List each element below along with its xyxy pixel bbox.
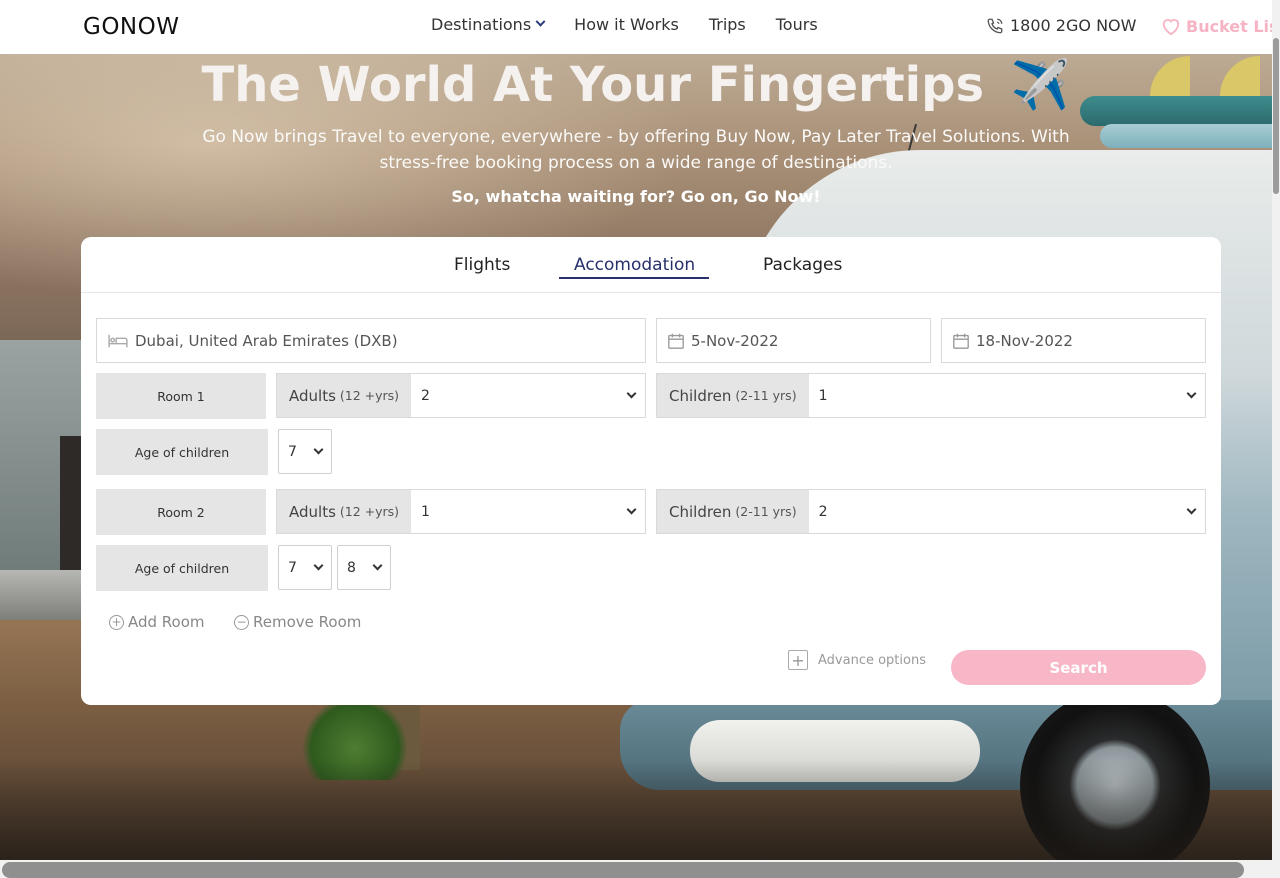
remove-room-button[interactable]: − Remove Room [234, 613, 361, 631]
room-2-adults: Adults (12 +yrs) 1 [276, 489, 646, 534]
nav-destinations[interactable]: Destinations [431, 15, 546, 34]
nav-destinations-label: Destinations [431, 15, 532, 34]
advance-options-label: Advance options [818, 652, 926, 668]
minus-circle-icon: − [234, 614, 249, 630]
adults-label-text: Adults [289, 386, 336, 405]
chevron-down-icon [1186, 504, 1197, 515]
bed-icon [107, 330, 129, 352]
surfboard [1100, 124, 1272, 148]
room-2-children: Children (2-11 yrs) 2 [656, 489, 1206, 534]
active-tab-indicator [559, 277, 709, 279]
chevron-down-icon [313, 560, 324, 571]
nav-trips[interactable]: Trips [709, 15, 746, 34]
calendar-icon [665, 330, 687, 352]
heart-icon [1162, 19, 1180, 36]
destination-value: Dubai, United Arab Emirates (DXB) [135, 331, 398, 350]
vertical-scrollbar[interactable] [1272, 0, 1280, 878]
hero-title-text: The World At Your Fingertips [201, 57, 985, 113]
adults-label-text: Adults [289, 502, 336, 521]
room-2-adults-value: 1 [421, 503, 430, 520]
room-1-adults-select[interactable]: 2 [411, 374, 645, 417]
vertical-scroll-thumb[interactable] [1273, 38, 1279, 194]
plus-square-icon: + [788, 650, 808, 670]
remove-room-label: Remove Room [253, 613, 362, 631]
hero-title: The World At Your Fingertips ✈️ [0, 56, 1272, 113]
adults-label: Adults (12 +yrs) [277, 374, 412, 417]
fence-post [60, 436, 82, 576]
booking-tabs: Flights Accomodation Packages [81, 237, 1221, 293]
adults-hint: (12 +yrs) [339, 504, 400, 519]
room-2-child-1-age-select[interactable]: 7 [278, 545, 332, 590]
add-room-button[interactable]: + Add Room [109, 613, 205, 631]
tab-accomodation[interactable]: Accomodation [574, 255, 695, 275]
room-2-adults-select[interactable]: 1 [411, 490, 645, 533]
add-room-label: Add Room [128, 613, 205, 631]
room-1-adults-value: 2 [421, 387, 430, 404]
hero-subtitle: Go Now brings Travel to everyone, everyw… [202, 127, 1070, 173]
destination-input[interactable]: Dubai, United Arab Emirates (DXB) [96, 318, 646, 363]
child-age-value: 7 [288, 443, 297, 460]
advance-options-button[interactable]: + Advance options [788, 650, 926, 670]
chevron-down-icon [626, 504, 637, 515]
nav-tours[interactable]: Tours [776, 15, 818, 34]
navbar: GONOW Destinations How it Works Trips To… [0, 0, 1280, 54]
chevron-down-icon [313, 444, 324, 455]
children-hint: (2-11 yrs) [735, 504, 797, 519]
logo[interactable]: GONOW [83, 14, 179, 40]
room-2-label: Room 2 [96, 489, 266, 535]
room-2-children-select[interactable]: 2 [809, 490, 1205, 533]
tab-flights[interactable]: Flights [454, 255, 510, 275]
children-label-text: Children [669, 502, 732, 521]
room-1-children-value: 1 [818, 387, 828, 404]
room-2-children-value: 2 [818, 503, 828, 520]
room-2-child-2-age-select[interactable]: 8 [337, 545, 391, 590]
chevron-down-icon [1186, 388, 1197, 399]
horizontal-scroll-thumb[interactable] [2, 862, 1244, 878]
nav-links: Destinations How it Works Trips Tours [431, 15, 818, 34]
booking-card: Flights Accomodation Packages Dubai, Uni… [81, 237, 1221, 705]
child-age-value: 7 [288, 559, 297, 576]
check-out-input[interactable]: 18-Nov-2022 [941, 318, 1206, 363]
road-shadow [0, 760, 1272, 860]
tab-packages[interactable]: Packages [763, 255, 842, 275]
bucket-list-label: Bucket List [1186, 16, 1280, 36]
room-1-children: Children (2-11 yrs) 1 [656, 373, 1206, 418]
room-1-children-select[interactable]: 1 [809, 374, 1205, 417]
nav-how-it-works[interactable]: How it Works [574, 15, 679, 34]
chevron-down-icon [535, 16, 546, 27]
hero-cta: So, whatcha waiting for? Go on, Go Now! [451, 187, 821, 206]
bucket-list-link[interactable]: Bucket List [1160, 16, 1280, 36]
children-label: Children (2-11 yrs) [657, 374, 809, 417]
room-1-adults: Adults (12 +yrs) 2 [276, 373, 646, 418]
search-button[interactable]: Search [951, 650, 1206, 685]
room-1-label: Room 1 [96, 373, 266, 419]
chevron-down-icon [372, 560, 383, 571]
room-1-ages-label: Age of children [96, 429, 268, 475]
calendar-icon [950, 330, 972, 352]
airplane-icon: ✈️ [1010, 57, 1071, 113]
children-label-text: Children [669, 386, 732, 405]
phone-number: 1800 2GO NOW [1010, 16, 1137, 35]
check-out-value: 18-Nov-2022 [976, 331, 1073, 350]
check-in-value: 5-Nov-2022 [691, 331, 779, 350]
adults-hint: (12 +yrs) [339, 388, 400, 403]
child-age-value: 8 [347, 559, 356, 576]
room-1-child-1-age-select[interactable]: 7 [278, 429, 332, 474]
check-in-input[interactable]: 5-Nov-2022 [656, 318, 931, 363]
chevron-down-icon [626, 388, 637, 399]
room-2-ages-label: Age of children [96, 545, 268, 591]
phone-icon [987, 18, 1003, 33]
children-label: Children (2-11 yrs) [657, 490, 809, 533]
plus-circle-icon: + [109, 614, 124, 630]
children-hint: (2-11 yrs) [735, 388, 797, 403]
phone-link[interactable]: 1800 2GO NOW [986, 16, 1136, 35]
adults-label: Adults (12 +yrs) [277, 490, 412, 533]
